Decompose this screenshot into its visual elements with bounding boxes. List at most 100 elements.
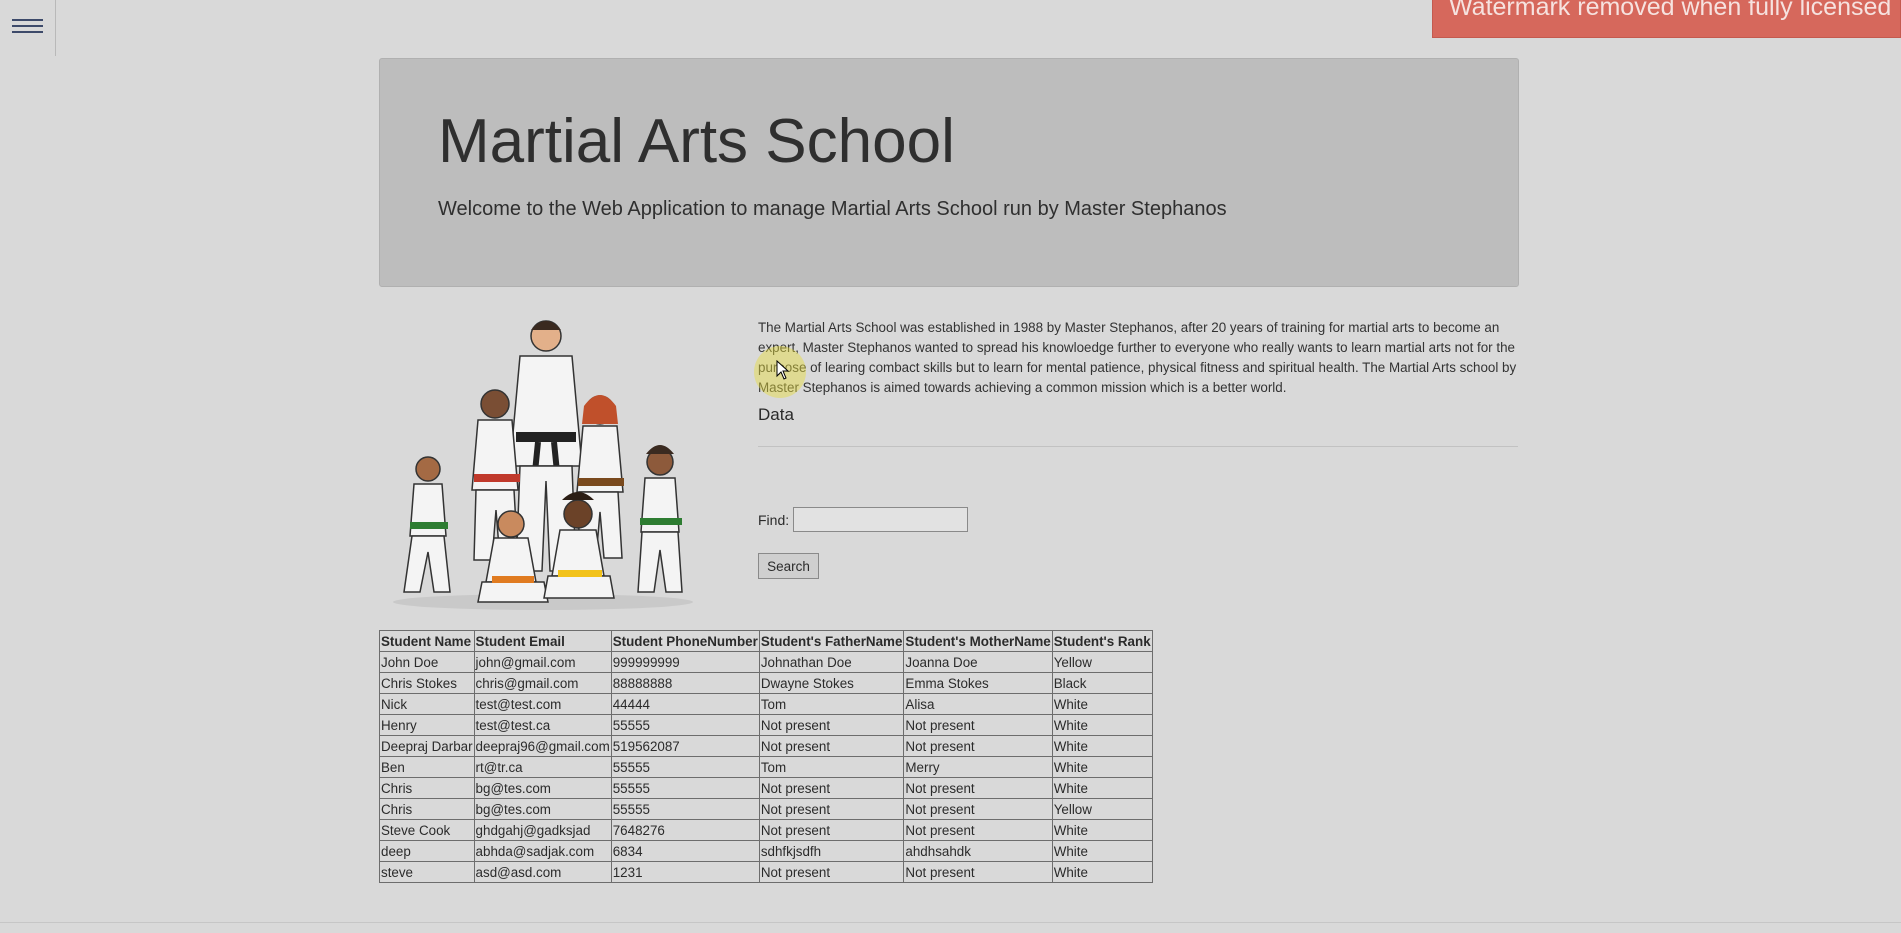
page: Watermark removed when fully licensed Ma… xyxy=(0,0,1901,933)
table-cell: ghdgahj@gadksjad xyxy=(473,819,612,841)
school-description: The Martial Arts School was established … xyxy=(758,320,1517,395)
table-cell: 1231 xyxy=(610,861,760,883)
mouse-cursor-icon xyxy=(776,360,790,380)
table-cell: Not present xyxy=(758,819,905,841)
table-cell: Not present xyxy=(758,714,905,736)
table-cell: Not present xyxy=(903,819,1053,841)
table-cell: Emma Stokes xyxy=(903,672,1053,694)
data-heading: Data xyxy=(758,405,794,424)
table-cell: Chris xyxy=(379,798,475,820)
table-cell: White xyxy=(1051,714,1153,736)
table-cell: rt@tr.ca xyxy=(473,756,612,778)
table-row: Chris bg@tes.com 55555 Not present Not p… xyxy=(379,777,1153,799)
table-cell: test@test.com xyxy=(473,693,612,715)
table-row: Steve Cook ghdgahj@gadksjad 7648276 Not … xyxy=(379,819,1153,841)
table-cell: White xyxy=(1051,693,1153,715)
table-cell: ahdhsahdk xyxy=(903,840,1053,862)
search-button[interactable]: Search xyxy=(758,553,819,579)
table-cell: Black xyxy=(1051,672,1153,694)
table-cell: White xyxy=(1051,756,1153,778)
table-cell: bg@tes.com xyxy=(473,798,612,820)
table-header-row: Student Name Student Email Student Phone… xyxy=(379,630,1153,652)
find-label: Find: xyxy=(758,512,790,528)
table-cell: steve xyxy=(379,861,475,883)
table-cell: Not present xyxy=(903,798,1053,820)
table-cell: White xyxy=(1051,861,1153,883)
table-cell: White xyxy=(1051,819,1153,841)
table-cell: Johnathan Doe xyxy=(758,651,905,673)
page-subtitle: Welcome to the Web Application to manage… xyxy=(438,198,1227,220)
table-cell: Joanna Doe xyxy=(903,651,1053,673)
table-cell: Not present xyxy=(903,777,1053,799)
table-row: Chris Stokes chris@gmail.com 88888888 Dw… xyxy=(379,672,1153,694)
table-cell: Nick xyxy=(379,693,475,715)
table-cell: Tom xyxy=(758,756,905,778)
table-cell: Deepraj Darbar xyxy=(379,735,475,757)
table-cell: abhda@sadjak.com xyxy=(473,840,612,862)
table-cell: sdhfkjsdfh xyxy=(758,840,905,862)
table-cell: 55555 xyxy=(610,798,760,820)
students-table: Student Name Student Email Student Phone… xyxy=(379,630,1153,883)
table-cell: John Doe xyxy=(379,651,475,673)
table-row: steve asd@asd.com 1231 Not present Not p… xyxy=(379,861,1153,883)
table-cell: 55555 xyxy=(610,714,760,736)
table-cell: Not present xyxy=(758,735,905,757)
table-row: deep abhda@sadjak.com 6834 sdhfkjsdfh ah… xyxy=(379,840,1153,862)
table-cell: White xyxy=(1051,777,1153,799)
table-cell: Not present xyxy=(903,714,1053,736)
table-cell: Not present xyxy=(903,861,1053,883)
table-cell: deep xyxy=(379,840,475,862)
page-title: Martial Arts School xyxy=(438,107,955,176)
table-cell: asd@asd.com xyxy=(473,861,612,883)
table-cell: john@gmail.com xyxy=(473,651,612,673)
table-cell: Not present xyxy=(758,777,905,799)
column-header: Student's Rank xyxy=(1051,630,1153,652)
table-cell: Alisa xyxy=(903,693,1053,715)
column-header: Student PhoneNumber xyxy=(610,630,760,652)
table-row: Henry test@test.ca 55555 Not present Not… xyxy=(379,714,1153,736)
table-cell: Not present xyxy=(903,735,1053,757)
footer-divider xyxy=(0,922,1901,923)
column-header: Student Name xyxy=(379,630,475,652)
table-cell: 55555 xyxy=(610,756,760,778)
table-cell: Chris xyxy=(379,777,475,799)
table-cell: 44444 xyxy=(610,693,760,715)
find-input[interactable] xyxy=(793,507,968,532)
table-cell: 519562087 xyxy=(610,735,760,757)
column-header: Student's MotherName xyxy=(903,630,1053,652)
table-cell: Yellow xyxy=(1051,651,1153,673)
table-row: Chris bg@tes.com 55555 Not present Not p… xyxy=(379,798,1153,820)
table-cell: Dwayne Stokes xyxy=(758,672,905,694)
table-cell: Yellow xyxy=(1051,798,1153,820)
table-cell: White xyxy=(1051,735,1153,757)
column-header: Student's FatherName xyxy=(758,630,905,652)
table-cell: Merry xyxy=(903,756,1053,778)
table-cell: Not present xyxy=(758,861,905,883)
column-header: Student Email xyxy=(473,630,612,652)
table-cell: Henry xyxy=(379,714,475,736)
watermark-banner: Watermark removed when fully licensed xyxy=(1432,0,1901,38)
table-cell: 7648276 xyxy=(610,819,760,841)
header-jumbotron: Martial Arts School Welcome to the Web A… xyxy=(379,58,1519,287)
table-cell: bg@tes.com xyxy=(473,777,612,799)
table-cell: 6834 xyxy=(610,840,760,862)
table-cell: chris@gmail.com xyxy=(473,672,612,694)
martial-arts-family-illustration xyxy=(393,320,693,610)
hamburger-menu-icon xyxy=(12,19,43,37)
table-cell: White xyxy=(1051,840,1153,862)
table-cell: deepraj96@gmail.com xyxy=(473,735,612,757)
table-cell: Chris Stokes xyxy=(379,672,475,694)
hamburger-menu-button[interactable] xyxy=(0,0,56,56)
table-row: Deepraj Darbar deepraj96@gmail.com 51956… xyxy=(379,735,1153,757)
table-cell: Steve Cook xyxy=(379,819,475,841)
table-cell: Not present xyxy=(758,798,905,820)
table-cell: 999999999 xyxy=(610,651,760,673)
table-row: John Doe john@gmail.com 999999999 Johnat… xyxy=(379,651,1153,673)
table-cell: Ben xyxy=(379,756,475,778)
table-cell: 88888888 xyxy=(610,672,760,694)
section-divider xyxy=(758,446,1518,447)
table-cell: 55555 xyxy=(610,777,760,799)
table-row: Ben rt@tr.ca 55555 Tom Merry White xyxy=(379,756,1153,778)
table-cell: Tom xyxy=(758,693,905,715)
table-row: Nick test@test.com 44444 Tom Alisa White xyxy=(379,693,1153,715)
